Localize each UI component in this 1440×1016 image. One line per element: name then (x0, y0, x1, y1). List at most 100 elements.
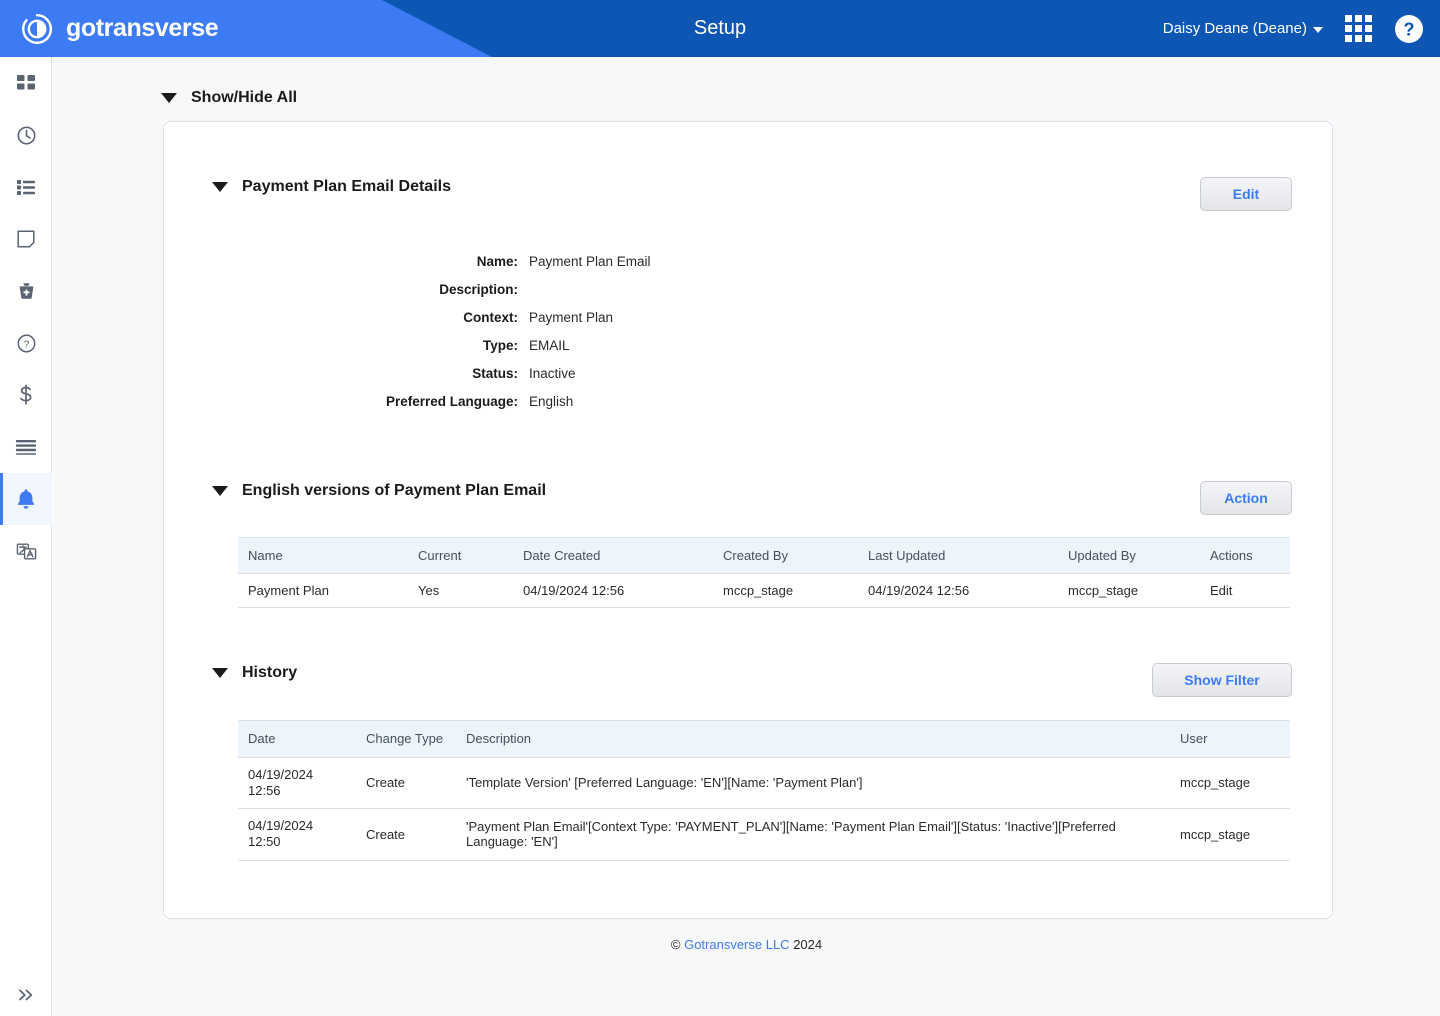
detail-label: Status: (472, 366, 518, 381)
detail-row: Preferred Language: English (164, 394, 1332, 422)
bell-icon (17, 489, 35, 509)
show-filter-button[interactable]: Show Filter (1152, 663, 1292, 697)
dashboard-icon (17, 75, 35, 90)
table-row: 04/19/2024 12:56 Create 'Template Versio… (238, 757, 1290, 810)
cell-date: 04/19/2024 12:50 (238, 808, 356, 861)
table-row: Payment Plan Yes 04/19/2024 12:56 mccp_s… (238, 573, 1290, 608)
column-header-description[interactable]: Description (456, 720, 1170, 758)
sidebar-item-list[interactable] (0, 161, 52, 213)
cell-user: mccp_stage (1170, 757, 1290, 810)
detail-row: Context: Payment Plan (164, 310, 1332, 338)
column-header-change-type[interactable]: Change Type (356, 720, 456, 758)
versions-table: Name Current Date Created Created By Las… (238, 537, 1290, 608)
copyright-symbol: © (670, 937, 681, 952)
cell-user: mccp_stage (1170, 808, 1290, 861)
triangle-down-icon (212, 668, 228, 678)
column-header-updated-by[interactable]: Updated By (1058, 537, 1200, 574)
sidebar-item-dashboard[interactable] (0, 57, 52, 109)
chevron-down-icon (1313, 26, 1323, 33)
dollar-icon (20, 384, 32, 405)
versions-section-header[interactable]: English versions of Payment Plan Email (212, 482, 546, 500)
detail-label: Name: (476, 254, 518, 269)
brand-name: gotransverse (66, 14, 219, 42)
detail-value: English (529, 394, 574, 409)
detail-label: Preferred Language: (385, 394, 518, 409)
triangle-down-icon (161, 93, 177, 103)
sidebar-item-recent[interactable] (0, 109, 52, 161)
sidebar-item-localization[interactable] (0, 525, 52, 577)
question-circle-icon: ? (17, 334, 35, 352)
clock-icon (17, 126, 35, 144)
show-hide-all-toggle[interactable]: Show/Hide All (161, 89, 297, 107)
sidebar-item-notifications[interactable] (0, 473, 52, 525)
list-icon (17, 180, 35, 195)
cell-description: 'Payment Plan Email'[Context Type: 'PAYM… (456, 808, 1170, 861)
cell-last-updated: 04/19/2024 12:56 (858, 573, 1058, 608)
cell-name: Payment Plan (238, 573, 408, 608)
content-card: Payment Plan Email Details Edit Name: Pa… (163, 121, 1333, 919)
triangle-down-icon (212, 182, 228, 192)
details-section-title: Payment Plan Email Details (242, 178, 451, 195)
table-row: 04/19/2024 12:50 Create 'Payment Plan Em… (238, 808, 1290, 861)
edit-button[interactable]: Edit (1200, 177, 1292, 211)
detail-value: EMAIL (529, 338, 570, 353)
show-hide-all-label: Show/Hide All (191, 89, 298, 106)
bag-icon (19, 283, 33, 299)
sidebar-item-products[interactable] (0, 265, 52, 317)
cell-created-by: mccp_stage (713, 573, 858, 608)
action-button[interactable]: Action (1200, 481, 1292, 515)
sidebar-item-reports[interactable] (0, 421, 52, 473)
translate-icon (16, 543, 36, 560)
table-header-row: Date Change Type Description User (238, 720, 1290, 758)
grid-apps-icon[interactable] (1345, 15, 1372, 42)
user-menu-label: Daisy Deane (Deane) (1162, 20, 1307, 37)
detail-label: Type: (482, 338, 518, 353)
cell-change-type: Create (356, 757, 456, 810)
header-actions: Daisy Deane (Deane) ? (1163, 0, 1424, 57)
cell-description: 'Template Version' [Preferred Language: … (456, 757, 1170, 810)
sidebar-expand-button[interactable] (0, 974, 52, 1016)
column-header-actions: Actions (1200, 537, 1290, 574)
detail-value: Payment Plan (529, 310, 614, 325)
help-circle-icon[interactable]: ? (1394, 14, 1424, 44)
note-icon (17, 230, 35, 248)
detail-row: Name: Payment Plan Email (164, 254, 1332, 282)
page-body: Show/Hide All Payment Plan Email Details… (53, 57, 1440, 1016)
versions-section-title: English versions of Payment Plan Email (242, 482, 547, 499)
detail-label: Context: (463, 310, 518, 325)
menu-lines-icon (16, 440, 36, 455)
column-header-last-updated[interactable]: Last Updated (858, 537, 1058, 574)
column-header-name[interactable]: Name (238, 537, 408, 574)
table-header-row: Name Current Date Created Created By Las… (238, 537, 1290, 574)
cell-current: Yes (408, 573, 513, 608)
chevron-double-right-icon (19, 989, 33, 1001)
app-header: gotransverse Setup Daisy Deane (Deane) ? (0, 0, 1440, 57)
row-edit-link[interactable]: Edit (1200, 573, 1290, 608)
brand[interactable]: gotransverse (20, 0, 219, 57)
cell-date: 04/19/2024 12:56 (238, 757, 356, 810)
detail-row: Status: Inactive (164, 366, 1332, 394)
sidebar-item-notes[interactable] (0, 213, 52, 265)
detail-value: Payment Plan Email (529, 254, 651, 269)
sidebar-item-support[interactable]: ? (0, 317, 52, 369)
column-header-current[interactable]: Current (408, 537, 513, 574)
cell-change-type: Create (356, 808, 456, 861)
user-menu[interactable]: Daisy Deane (Deane) (1163, 20, 1323, 37)
cell-updated-by: mccp_stage (1058, 573, 1200, 608)
details-section-header[interactable]: Payment Plan Email Details (212, 178, 451, 196)
column-header-user[interactable]: User (1170, 720, 1290, 758)
column-header-date[interactable]: Date (238, 720, 356, 758)
history-section-header[interactable]: History (212, 664, 297, 682)
svg-text:?: ? (1404, 19, 1415, 39)
company-link[interactable]: Gotransverse LLC (684, 937, 790, 952)
footer-year: 2024 (793, 937, 823, 952)
column-header-date-created[interactable]: Date Created (513, 537, 713, 574)
detail-label: Description: (439, 282, 518, 297)
gotransverse-circle-logo-icon (22, 13, 53, 44)
sidebar-item-billing[interactable] (0, 369, 52, 421)
column-header-created-by[interactable]: Created By (713, 537, 858, 574)
sidebar: ? (0, 57, 52, 1016)
history-table: Date Change Type Description User 04/19/… (238, 720, 1290, 861)
detail-row: Type: EMAIL (164, 338, 1332, 366)
detail-row: Description: (164, 282, 1332, 310)
